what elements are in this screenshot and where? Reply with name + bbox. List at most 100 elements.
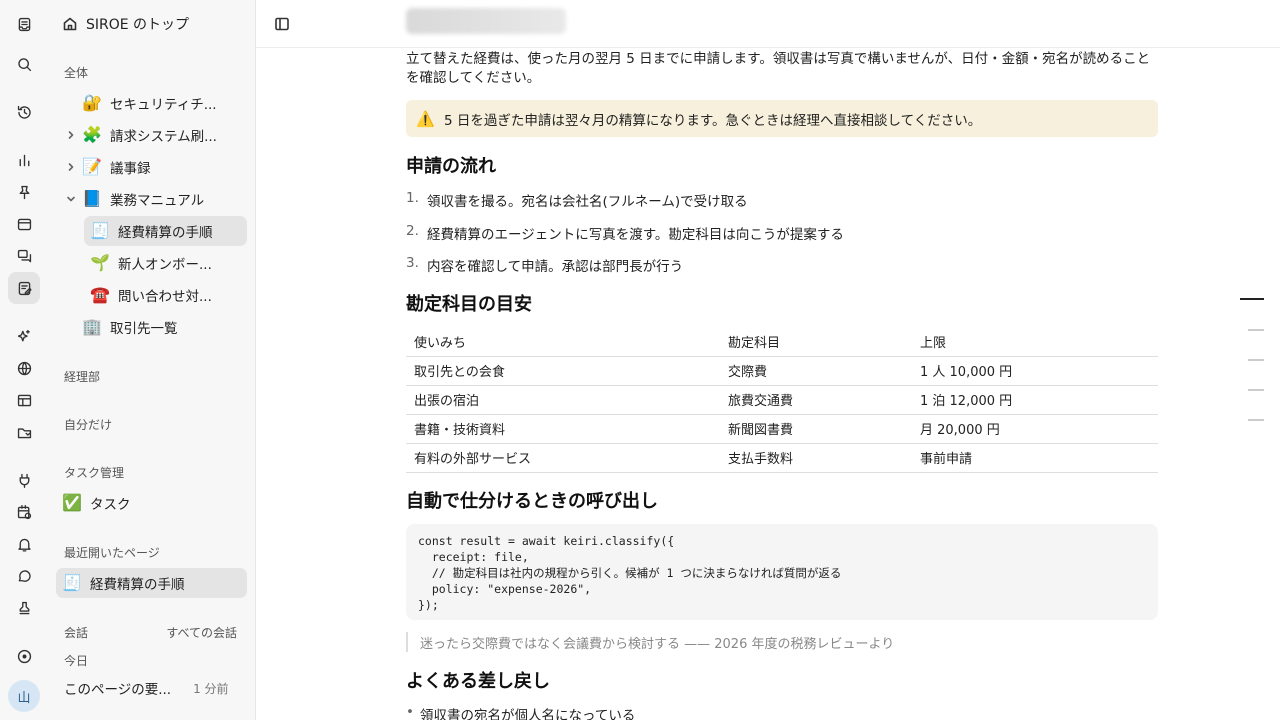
pin-icon[interactable] [8,176,40,208]
heading-returns: よくある差し戻し [406,671,550,692]
telephone-icon: ☎️ [90,285,110,304]
search-icon[interactable] [8,48,40,80]
sidebar-item-partners[interactable]: 🏢 取引先一覧 [82,312,242,342]
toc-mark[interactable] [1248,329,1264,331]
sidebar-item-security[interactable]: 🔐 セキュリティチ... [82,88,242,118]
table-row: 出張の宿泊 旅費交通費 1 泊 12,000 円 [406,385,1158,415]
heading-accounts: 勘定科目の目安 [406,294,532,315]
table-cell: 月 20,000 円 [912,414,1158,444]
conversation-item[interactable]: このページの要... 1 分前 [64,673,244,703]
book-icon: 📘 [82,189,102,208]
home-icon [63,17,77,31]
page-title-blurred [406,8,566,34]
code-line: policy: "expense-2026", [418,582,592,596]
table-cell: 旅費交通費 [720,385,912,415]
stamp-icon[interactable] [8,592,40,624]
all-conversations-link[interactable]: すべての会話 [166,624,237,641]
table-cell: 新聞図書費 [720,414,912,444]
table-row: 取引先との会食 交際費 1 人 10,000 円 [406,356,1158,386]
top-bar [256,0,1280,48]
window-icon[interactable] [8,208,40,240]
sidebar-item-label: タスク [90,497,131,513]
inbox-icon[interactable] [8,8,40,40]
history-icon[interactable] [8,96,40,128]
column-header: 上限 [912,327,1158,357]
sidebar-item-label: 問い合わせ対... [118,289,212,305]
list-item: 3. 内容を確認して申請。承認は部門長が行う [406,255,684,275]
icon-rail: 山 [0,0,48,720]
sidebar-item-minutes[interactable]: 📝 議事録 [60,152,240,182]
section-tasks: タスク管理 [64,466,125,480]
code-line: // 勘定科目は社内の規程から引く。候補が 1 つに決まらなければ質問が返る [418,566,842,580]
chevron-down-icon[interactable] [60,194,82,204]
sparkles-icon[interactable] [8,320,40,352]
pages-icon[interactable] [8,272,40,304]
chat-icon[interactable] [8,240,40,272]
chevron-right-icon[interactable] [60,162,82,172]
column-header: 勘定科目 [720,327,912,357]
recent-item-expense[interactable]: 🧾 経費精算の手順 [56,568,247,598]
avatar[interactable]: 山 [8,680,40,712]
accounts-table: 使いみち 勘定科目 上限 取引先との会食 交際費 1 人 10,000 円 出張… [406,327,1158,473]
table-header-row: 使いみち 勘定科目 上限 [406,327,1158,357]
callout: ⚠️ 5 日を過ぎた申請は翌々月の精算になります。急ぐときは経理へ直接相談してく… [406,100,1158,137]
message-icon[interactable] [8,560,40,592]
table-cell: 有料の外部サービス [406,443,720,473]
document: 立て替えた経費は、使った月の翌月 5 日までに申請します。領収書は写真で構いませ… [406,48,1158,720]
sidebar-item-expense[interactable]: 🧾 経費精算の手順 [84,216,247,246]
table-cell: 出張の宿泊 [406,385,720,415]
sidebar-item-label: セキュリティチ... [110,97,217,113]
table-cell: 書籍・技術資料 [406,414,720,444]
calendar-clock-icon[interactable] [8,496,40,528]
office-building-icon: 🏢 [82,317,102,336]
code-line: const result = await keiri.classify({ [418,534,675,548]
receipt-icon: 🧾 [62,573,82,592]
conversation-time: 1 分前 [193,681,229,696]
folder-sync-icon[interactable] [8,416,40,448]
sidebar-item-billing[interactable]: 🧩 請求システム刷... [60,120,240,150]
table-cell: 交際費 [720,356,912,386]
bell-icon[interactable] [8,528,40,560]
toc-mark-active[interactable] [1240,298,1264,300]
section-recent: 最近開いたページ [64,546,160,560]
sidebar-toggle-icon[interactable] [270,12,294,36]
section-today: 今日 [64,654,89,668]
heading-auto: 自動で仕分けるときの呼び出し [406,491,658,512]
workspace-home[interactable]: SIROE のトップ [62,12,189,36]
toc-mark[interactable] [1248,389,1264,391]
sidebar-item-onboarding[interactable]: 🌱 新人オンボー... [90,248,250,278]
memo-icon: 📝 [82,157,102,176]
workspace-title: SIROE のトップ [86,17,190,33]
toc-mark[interactable] [1248,419,1264,421]
seedling-icon: 🌱 [90,253,110,272]
sidebar-item-label: 請求システム刷... [110,129,217,145]
chevron-right-icon[interactable] [60,130,82,140]
sidebar-item-label: 議事録 [110,161,151,177]
section-private: 自分だけ [64,418,113,432]
sidebar-item-label: 新人オンボー... [118,257,212,273]
chart-icon[interactable] [8,144,40,176]
conversation-title: このページの要... [64,682,172,698]
section-all: 全体 [64,66,89,80]
list-item: 1. 領収書を撮る。宛名は会社名(フルネーム)で受け取る [406,190,748,210]
sidebar-item-tasks[interactable]: ✅ タスク [62,488,242,518]
plug-icon[interactable] [8,464,40,496]
record-icon[interactable] [8,640,40,672]
code-line: }); [418,598,439,612]
lock-icon: 🔐 [82,93,102,112]
list-item: • 領収書の宛名が個人名になっている [406,704,636,720]
puzzle-icon: 🧩 [82,125,102,144]
column-header: 使いみち [406,327,720,357]
globe-icon[interactable] [8,352,40,384]
code-block[interactable]: const result = await keiri.classify({ re… [406,524,1158,620]
app-window: 山 SIROE のトップ 全体 🔐 セキュリティチ... 🧩 請求システム刷..… [0,0,1280,720]
intro-paragraph: 立て替えた経費は、使った月の翌月 5 日までに申請します。領収書は写真で構いませ… [406,51,1151,86]
sidebar-item-label: 業務マニュアル [110,193,205,209]
table-cell: 取引先との会食 [406,356,720,386]
sidebar-item-inquiry[interactable]: ☎️ 問い合わせ対... [90,280,250,310]
sidebar-item-manual[interactable]: 📘 業務マニュアル [60,184,240,214]
table-icon[interactable] [8,384,40,416]
receipt-icon: 🧾 [90,221,110,240]
table-cell: 事前申請 [912,443,1158,473]
toc-mark[interactable] [1248,359,1264,361]
